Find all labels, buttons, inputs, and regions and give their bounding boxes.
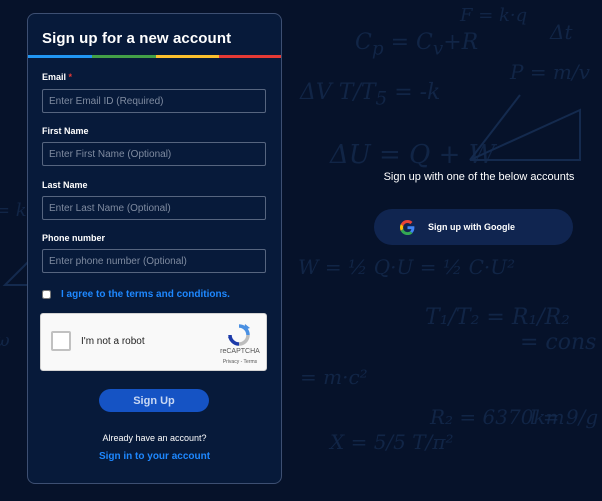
last-name-field[interactable] bbox=[42, 196, 266, 220]
last-name-label: Last Name bbox=[42, 180, 88, 190]
form-title: Sign up for a new account bbox=[42, 30, 232, 47]
stripe-segment bbox=[28, 55, 92, 58]
google-signup-label: Sign up with Google bbox=[428, 222, 515, 232]
social-signup-heading: Sign up with one of the below accounts bbox=[383, 171, 575, 183]
stripe-segment bbox=[219, 55, 281, 58]
stripe-segment bbox=[155, 55, 220, 58]
signup-form: Sign up for a new account Email * First … bbox=[27, 13, 282, 484]
terms-row: I agree to the terms and conditions. bbox=[42, 289, 230, 300]
color-stripe bbox=[28, 55, 281, 58]
phone-label: Phone number bbox=[42, 233, 106, 243]
email-label: Email * bbox=[42, 72, 73, 82]
recaptcha-checkbox[interactable] bbox=[51, 331, 71, 351]
recaptcha-links[interactable]: Privacy - Terms bbox=[216, 359, 264, 365]
terms-link[interactable]: I agree to the terms and conditions. bbox=[61, 289, 230, 300]
recaptcha-label: I'm not a robot bbox=[81, 336, 145, 347]
signup-button[interactable]: Sign Up bbox=[99, 389, 209, 412]
recaptcha-brand: reCAPTCHA bbox=[220, 348, 260, 355]
email-field[interactable] bbox=[42, 89, 266, 113]
first-name-label: First Name bbox=[42, 126, 89, 136]
terms-checkbox[interactable] bbox=[42, 290, 51, 299]
stripe-segment bbox=[91, 55, 156, 58]
signin-link[interactable]: Sign in to your account bbox=[28, 451, 281, 462]
phone-field[interactable] bbox=[42, 249, 266, 273]
recaptcha-logo-icon bbox=[228, 324, 250, 346]
first-name-field[interactable] bbox=[42, 142, 266, 166]
required-mark: * bbox=[68, 72, 73, 82]
already-account-text: Already have an account? bbox=[102, 433, 207, 443]
google-signup-button[interactable]: Sign up with Google bbox=[374, 209, 573, 245]
recaptcha-widget: I'm not a robot reCAPTCHA Privacy - Term… bbox=[40, 313, 267, 371]
google-g-icon bbox=[400, 219, 415, 235]
